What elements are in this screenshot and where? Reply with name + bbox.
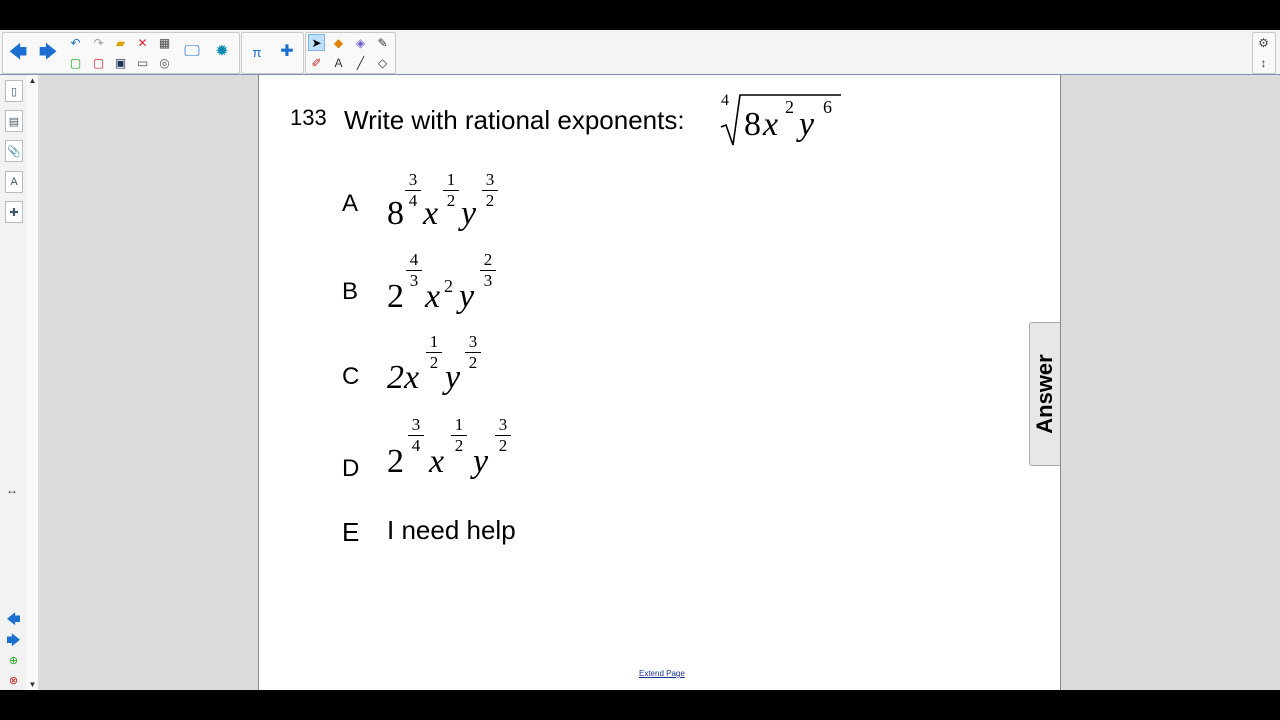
option-c-base-2: y	[445, 359, 461, 396]
add-ons-icon[interactable]: ✹	[209, 33, 235, 71]
properties-icon[interactable]: A	[5, 171, 23, 193]
radicand-y-exp: 6	[823, 97, 832, 117]
option-e-label[interactable]: E	[342, 517, 359, 548]
attachments-icon[interactable]: 📎	[5, 140, 23, 162]
answer-tab-label: Answer	[1032, 354, 1057, 434]
extend-page-link[interactable]: Extend Page	[639, 669, 685, 678]
open-folder-icon[interactable]: ▰	[112, 34, 129, 51]
option-b-exp-1: 43	[406, 250, 422, 291]
window-bottom-bar	[0, 690, 1280, 720]
option-e-text[interactable]: I need help	[387, 515, 516, 546]
puzzle-icon[interactable]: ✚	[274, 33, 300, 71]
option-a-base-3: y	[461, 195, 477, 232]
option-b-base-1: 2	[387, 278, 404, 315]
option-c-exp-1: 12	[426, 332, 442, 373]
delete-page-icon[interactable]: ▢	[90, 54, 107, 71]
display-icon[interactable]: 🖵	[179, 33, 205, 71]
math-tools-icon[interactable]: π	[244, 33, 270, 71]
save-icon[interactable]: ▣	[112, 54, 129, 71]
option-b-base-3: y	[459, 278, 475, 315]
forward-arrow-icon[interactable]: 🡆	[35, 33, 61, 71]
option-d-base-1: 2	[387, 443, 404, 480]
gallery-icon[interactable]: ▤	[5, 110, 23, 132]
record-icon[interactable]: ◎	[156, 54, 173, 71]
side-tab-panel: ▯ ▤ 📎 A ✚ ↔ 🡄 🡆 ⊕ ⊗	[0, 75, 28, 690]
creative-pen-icon[interactable]: ✐	[308, 54, 325, 71]
option-d-exp-1: 34	[408, 415, 424, 456]
answer-tab[interactable]: Answer	[1029, 322, 1060, 466]
radical-expression: 4 8 x 2 y 6	[720, 92, 841, 146]
option-b-label[interactable]: B	[342, 278, 358, 306]
eraser-icon[interactable]: ◈	[352, 34, 369, 51]
option-a-exp-1: 34	[405, 170, 421, 211]
remove-page-icon[interactable]: ⊗	[5, 673, 22, 690]
toolbar-toggle-icon[interactable]: ↕	[1255, 54, 1272, 71]
option-c-base-1: 2x	[387, 359, 420, 396]
shapes-icon[interactable]: ◆	[330, 34, 347, 51]
gear-icon[interactable]: ⚙	[1255, 34, 1272, 51]
fill-icon[interactable]: ◇	[374, 54, 391, 71]
whiteboard-page[interactable]: 133 Write with rational exponents: 4 8 x…	[258, 75, 1061, 690]
select-icon[interactable]: ➤	[308, 34, 325, 51]
toolbar-group-draw: ➤ ◆ ◈ ✎ ✐ A ╱ ◇	[305, 32, 396, 74]
radicand-x-exp: 2	[785, 97, 794, 117]
option-b-exp-3: 23	[480, 250, 496, 291]
main-toolbar: 🡄 🡆 ↶ ↷ ▰ ✕ ▦ ▢ ▢ ▣ ▭ ◎ 🖵 ✹ π ✚ ➤ ◆ ◈ ✎ …	[0, 30, 1280, 75]
option-c-label[interactable]: C	[342, 363, 359, 391]
option-d-base-2: x	[429, 443, 445, 480]
option-c-exp-2: 32	[465, 332, 481, 373]
undo-icon[interactable]: ↶	[67, 34, 84, 51]
scroll-up-icon[interactable]: ▲	[27, 75, 38, 86]
toolbar-group-settings: ⚙ ↕	[1252, 32, 1276, 74]
toolbar-group-edit: 🡄 🡆 ↶ ↷ ▰ ✕ ▦ ▢ ▢ ▣ ▭ ◎ 🖵 ✹	[2, 32, 240, 74]
option-a-base-1: 8	[387, 195, 404, 232]
delete-icon[interactable]: ✕	[134, 34, 151, 51]
pen-icon[interactable]: ✎	[374, 34, 391, 51]
question-text: Write with rational exponents:	[344, 105, 685, 136]
option-a-label[interactable]: A	[342, 190, 358, 218]
option-a-base-2: x	[423, 195, 439, 232]
redo-icon[interactable]: ↷	[90, 34, 107, 51]
text-icon[interactable]: A	[330, 54, 347, 71]
radicand-x: x	[762, 106, 778, 143]
panel-resize-icon[interactable]: ↔	[6, 483, 18, 497]
line-icon[interactable]: ╱	[352, 54, 369, 71]
window-top-bar	[0, 0, 1280, 30]
screen-shade-icon[interactable]: ▭	[134, 54, 151, 71]
scroll-down-icon[interactable]: ▼	[27, 679, 38, 690]
option-d-exp-2: 12	[451, 415, 467, 456]
prev-page-icon[interactable]: 🡄	[5, 610, 22, 627]
new-page-icon[interactable]: ▢	[67, 54, 84, 71]
table-icon[interactable]: ▦	[156, 34, 173, 51]
option-a-exp-3: 32	[482, 170, 498, 211]
add-page-icon[interactable]: ⊕	[5, 653, 22, 670]
option-a-exp-2: 12	[443, 170, 459, 211]
page-sorter-icon[interactable]: ▯	[5, 80, 23, 102]
question-number: 133	[290, 105, 327, 130]
option-b-base-2: x	[425, 278, 441, 315]
radicand-coef: 8	[744, 106, 761, 143]
next-page-icon[interactable]: 🡆	[5, 631, 22, 648]
radical-index: 4	[721, 92, 729, 109]
option-d-label[interactable]: D	[342, 455, 359, 483]
option-d-exp-3: 32	[495, 415, 511, 456]
back-arrow-icon[interactable]: 🡄	[5, 33, 31, 71]
question-prompt: Write with rational exponents:	[344, 105, 685, 135]
radicand-y: y	[796, 106, 815, 143]
add-ons-tab-icon[interactable]: ✚	[5, 201, 23, 223]
toolbar-group-tools: π ✚	[241, 32, 304, 74]
option-d-base-3: y	[473, 443, 489, 480]
option-b-exp-2: 2	[444, 276, 453, 296]
